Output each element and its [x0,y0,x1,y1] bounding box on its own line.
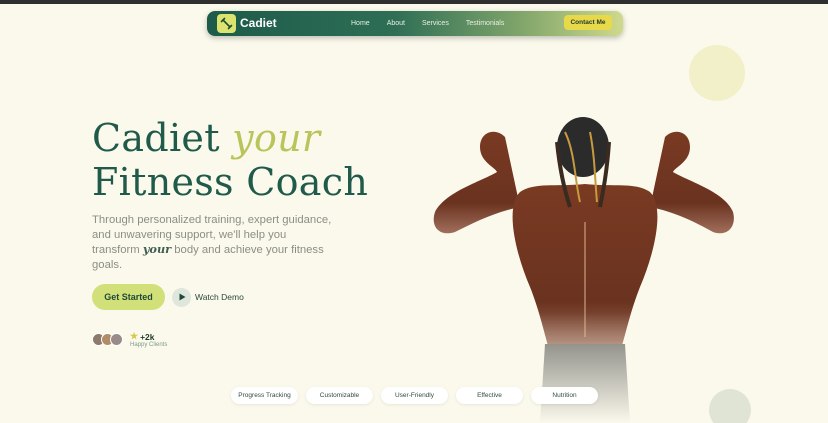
decorative-circle-bottom [709,389,751,423]
watch-demo-label: Watch Demo [195,292,244,302]
navbar: Cadiet Home About Services Testimonials … [207,11,623,36]
get-started-button[interactable]: Get Started [92,284,165,310]
nav-link-testimonials[interactable]: Testimonials [466,20,505,27]
desc-emphasis: your [142,242,172,256]
dumbbell-icon[interactable] [217,14,236,33]
watch-demo-button[interactable]: Watch Demo [172,287,244,307]
feature-user-friendly[interactable]: User-Friendly [381,387,448,404]
headline-accent: your [232,116,321,160]
star-icon: ★ [130,331,139,341]
hero-description: Through personalized training, expert gu… [92,213,332,272]
avatar [110,333,123,346]
play-icon[interactable] [172,287,191,307]
decorative-circle-top [689,45,745,101]
clients-count: ★ +2k [130,331,155,342]
headline-line2: Fitness Coach [92,160,369,204]
feature-progress-tracking[interactable]: Progress Tracking [231,387,298,404]
hero-headline: Cadiet your Fitness Coach [92,116,368,204]
headline-brand: Cadiet [92,116,220,160]
feature-customizable[interactable]: Customizable [306,387,373,404]
client-avatars [92,333,123,346]
contact-button[interactable]: Contact Me [564,15,612,30]
brand-name[interactable]: Cadiet [240,16,277,30]
feature-nutrition[interactable]: Nutrition [531,387,598,404]
nav-links: Home About Services Testimonials [351,11,521,36]
browser-top-strip [0,0,828,4]
feature-effective[interactable]: Effective [456,387,523,404]
clients-count-value: +2k [140,331,155,342]
clients-label: Happy Clients [130,342,168,348]
nav-link-services[interactable]: Services [422,20,449,27]
athlete-illustration [425,117,745,423]
nav-link-home[interactable]: Home [351,20,370,27]
nav-link-about[interactable]: About [387,20,405,27]
